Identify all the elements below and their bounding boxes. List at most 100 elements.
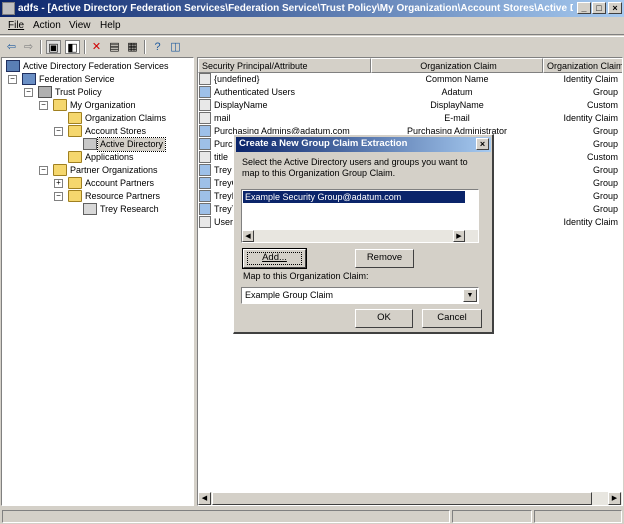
claim-type-cell: Group bbox=[592, 165, 618, 175]
collapse-icon[interactable]: − bbox=[24, 88, 33, 97]
claim-type-cell: Group bbox=[592, 191, 618, 201]
attribute-icon bbox=[199, 99, 211, 111]
tree-item-applications[interactable]: Applications bbox=[52, 151, 192, 164]
cancel-button-label: Cancel bbox=[437, 312, 467, 323]
focus-rect bbox=[247, 252, 302, 265]
help-icon[interactable]: ? bbox=[150, 40, 165, 54]
up-folder-icon[interactable]: ▣ bbox=[46, 40, 61, 54]
claim-type-cell: Group bbox=[592, 139, 618, 149]
maximize-button[interactable]: □ bbox=[592, 2, 606, 14]
tree-item-partner-organizations[interactable]: − Partner Organizations bbox=[37, 164, 192, 177]
scroll-left-icon[interactable]: ◀ bbox=[242, 230, 254, 242]
chevron-down-icon[interactable]: ▼ bbox=[463, 289, 477, 302]
tree-item-my-organization[interactable]: − My Organization bbox=[37, 99, 192, 112]
attribute-icon bbox=[199, 151, 211, 163]
remove-button[interactable]: Remove bbox=[355, 249, 414, 268]
principal-cell: mail bbox=[214, 113, 231, 123]
add-button[interactable]: Add... bbox=[242, 248, 307, 269]
window-titlebar[interactable]: adfs - [Active Directory Federation Serv… bbox=[0, 0, 624, 17]
tree-label: Resource Partners bbox=[85, 191, 161, 201]
tree-label: Partner Organizations bbox=[70, 165, 158, 175]
menu-view[interactable]: View bbox=[69, 20, 91, 31]
close-button[interactable]: × bbox=[608, 2, 622, 14]
table-row[interactable]: DisplayName DisplayName Custom bbox=[198, 99, 618, 112]
folder-icon bbox=[68, 151, 82, 163]
ok-button[interactable]: OK bbox=[355, 309, 413, 328]
claim-type-cell: Group bbox=[592, 126, 618, 136]
minimize-button[interactable]: _ bbox=[577, 2, 591, 14]
folder-icon bbox=[68, 190, 82, 202]
list-item[interactable]: Example Security Group@adatum.com bbox=[243, 191, 465, 203]
folder-icon bbox=[53, 99, 67, 111]
dialog-title: Create a New Group Claim Extraction bbox=[239, 138, 408, 149]
collapse-icon[interactable]: − bbox=[54, 127, 63, 136]
window-title: adfs - [Active Directory Federation Serv… bbox=[18, 3, 573, 14]
tree-item-trust-policy[interactable]: − Trust Policy bbox=[22, 86, 192, 99]
app-icon bbox=[2, 2, 15, 15]
list-horizontal-scrollbar[interactable]: ◀ ▶ bbox=[198, 492, 622, 505]
collapse-icon[interactable]: − bbox=[54, 192, 63, 201]
service-icon bbox=[22, 73, 36, 85]
tree-root[interactable]: Active Directory Federation Services bbox=[6, 60, 192, 73]
tree-label: Organization Claims bbox=[85, 113, 167, 123]
table-row[interactable]: Authenticated Users Adatum Group bbox=[198, 86, 618, 99]
menu-help[interactable]: Help bbox=[100, 20, 121, 31]
table-row[interactable]: mail E-mail Identity Claim bbox=[198, 112, 618, 125]
scroll-thumb[interactable] bbox=[212, 492, 592, 505]
table-row[interactable]: {undefined} Common Name Identity Claim bbox=[198, 73, 618, 86]
column-header-claim[interactable]: Organization Claim bbox=[371, 58, 543, 73]
claim-type-cell: Group bbox=[592, 204, 618, 214]
claim-type-cell: Custom bbox=[586, 152, 618, 162]
properties-icon[interactable]: ▤ bbox=[107, 40, 122, 54]
tree-item-account-partners[interactable]: + Account Partners bbox=[52, 177, 192, 190]
principal-listbox[interactable]: Example Security Group@adatum.com ◀ ▶ bbox=[241, 189, 479, 243]
expand-icon[interactable]: + bbox=[54, 179, 63, 188]
tree-item-account-stores[interactable]: − Account Stores bbox=[52, 125, 192, 138]
dialog-close-button[interactable]: × bbox=[476, 138, 489, 150]
group-claim-extraction-dialog: Create a New Group Claim Extraction × Se… bbox=[233, 134, 494, 334]
collapse-icon[interactable]: − bbox=[39, 166, 48, 175]
folder-icon bbox=[53, 164, 67, 176]
tree-label: Account Stores bbox=[85, 126, 147, 136]
folder-icon bbox=[68, 125, 82, 137]
column-header-claim-type[interactable]: Organization Claim ... bbox=[543, 58, 622, 73]
menu-file[interactable]: File bbox=[8, 20, 24, 31]
delete-icon[interactable]: ✕ bbox=[89, 40, 104, 54]
dialog-instructions: Select the Active Directory users and gr… bbox=[242, 157, 468, 178]
collapse-icon[interactable]: − bbox=[39, 101, 48, 110]
claim-cell: DisplayName bbox=[430, 100, 484, 110]
tree-label: My Organization bbox=[70, 100, 136, 110]
tree-pane[interactable]: Active Directory Federation Services − F… bbox=[1, 57, 194, 506]
claim-type-cell: Identity Claim bbox=[563, 113, 618, 123]
tree-label: Active Directory bbox=[96, 137, 167, 152]
tree-item-organization-claims[interactable]: Organization Claims bbox=[52, 112, 192, 125]
tree-item-resource-partners[interactable]: − Resource Partners bbox=[52, 190, 192, 203]
console-icon[interactable]: ◫ bbox=[168, 40, 183, 54]
tree-item-active-directory[interactable]: Active Directory bbox=[67, 137, 192, 152]
group-icon bbox=[199, 138, 211, 150]
status-bar bbox=[0, 508, 624, 524]
column-header-principal[interactable]: Security Principal/Attribute bbox=[198, 58, 371, 73]
remove-button-label: Remove bbox=[366, 252, 403, 263]
attribute-icon bbox=[199, 112, 211, 124]
cancel-button[interactable]: Cancel bbox=[422, 309, 482, 328]
listbox-horizontal-scrollbar[interactable]: ◀ ▶ bbox=[242, 230, 478, 242]
toolbar: ⇦ ⇨ ▣ ◧ ✕ ▤ ▦ ? ◫ bbox=[0, 36, 624, 56]
dialog-titlebar[interactable]: Create a New Group Claim Extraction × bbox=[236, 137, 491, 152]
ok-button-label: OK bbox=[377, 312, 391, 323]
tree-item-federation-service[interactable]: − Federation Service bbox=[6, 73, 192, 86]
forward-arrow-icon[interactable]: ⇨ bbox=[21, 40, 36, 54]
organization-claim-select[interactable]: Example Group Claim ▼ bbox=[241, 287, 479, 304]
toolbar-separator bbox=[40, 40, 42, 54]
scroll-right-icon[interactable]: ▶ bbox=[453, 230, 465, 242]
export-icon[interactable]: ▦ bbox=[125, 40, 140, 54]
collapse-icon[interactable]: − bbox=[8, 75, 17, 84]
back-arrow-icon[interactable]: ⇦ bbox=[4, 40, 19, 54]
scroll-left-icon[interactable]: ◀ bbox=[198, 492, 211, 505]
show-tree-icon[interactable]: ◧ bbox=[65, 40, 80, 54]
partner-icon bbox=[83, 203, 97, 215]
tree-item-trey-research[interactable]: Trey Research bbox=[67, 203, 192, 216]
toolbar-separator bbox=[84, 40, 86, 54]
menu-action[interactable]: Action bbox=[33, 20, 61, 31]
scroll-right-icon[interactable]: ▶ bbox=[608, 492, 621, 505]
